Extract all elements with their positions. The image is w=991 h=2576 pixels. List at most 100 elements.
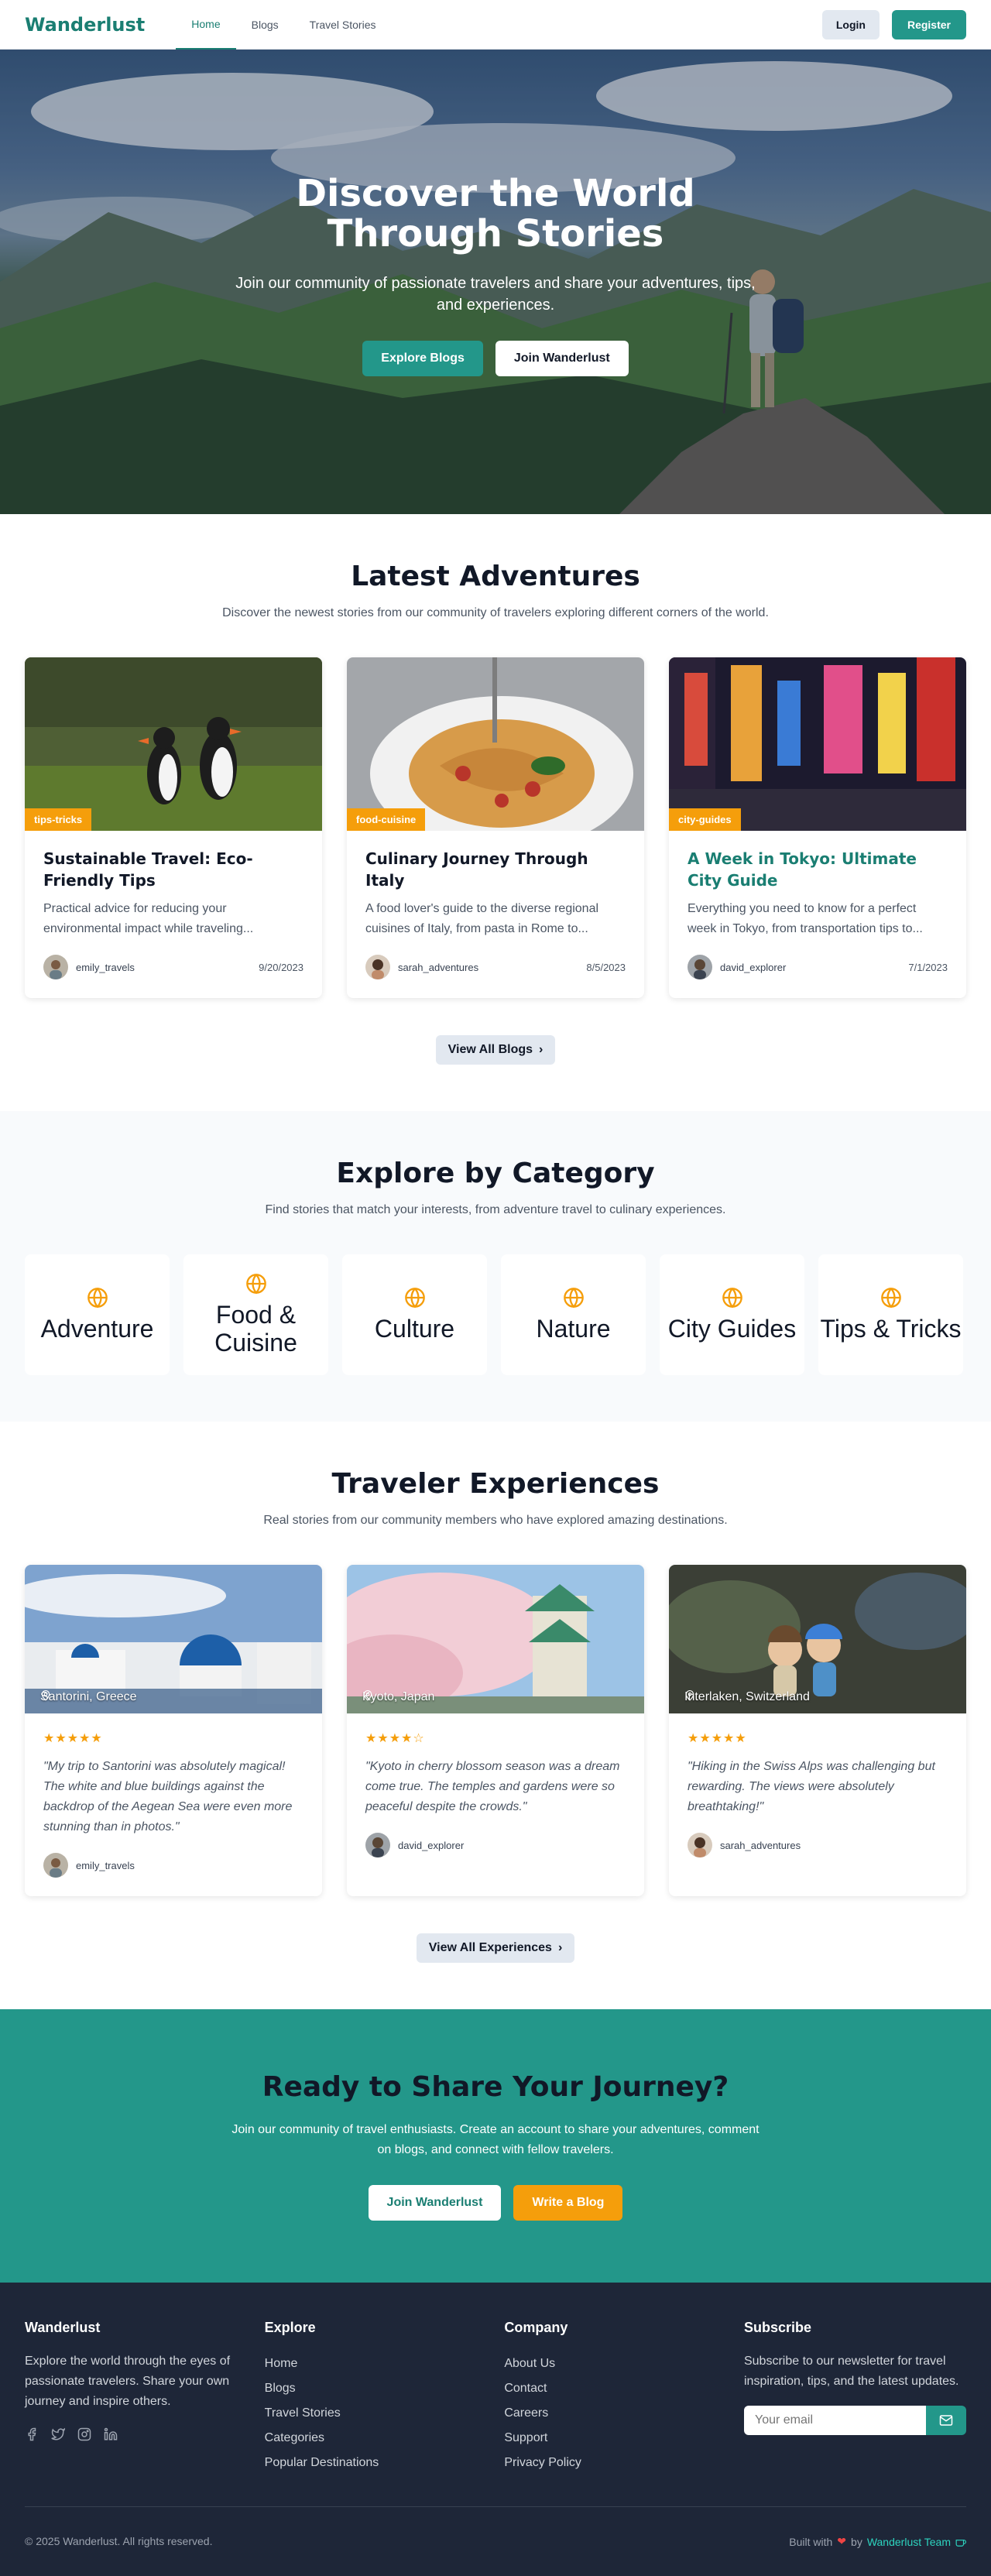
footer-link-about[interactable]: About Us — [504, 2351, 719, 2376]
auth-buttons: Login Register — [821, 9, 966, 39]
category-label: Food & Cuisine — [214, 1301, 297, 1357]
categories-section: Explore by Category Find stories that ma… — [0, 1111, 991, 1422]
section-subtitle: Discover the newest stories from our com… — [222, 606, 769, 619]
section-subtitle: Real stories from our community members … — [263, 1514, 728, 1527]
blog-card-title[interactable]: A Week in Tokyo: Ultimate City Guide — [688, 848, 948, 891]
footer-bottom: © 2025 Wanderlust. All rights reserved. … — [25, 2506, 966, 2548]
blog-card[interactable]: city-guides A Week in Tokyo: Ultimate Ci… — [669, 657, 966, 998]
category-card-food-cuisine[interactable]: Food & Cuisine — [183, 1254, 328, 1375]
blog-card-title[interactable]: Sustainable Travel: Eco-Friendly Tips — [43, 848, 303, 891]
footer-link-travel-stories[interactable]: Travel Stories — [265, 2401, 480, 2426]
section-subtitle: Find stories that match your interests, … — [265, 1203, 726, 1216]
globe-icon — [563, 1288, 584, 1309]
category-tag[interactable]: city-guides — [669, 808, 741, 831]
chevron-right-icon: › — [539, 1043, 544, 1056]
blog-card-meta: sarah_adventures 8/5/2023 — [365, 955, 626, 979]
footer-link-categories[interactable]: Categories — [265, 2426, 480, 2451]
blog-card[interactable]: food-cuisine Culinary Journey Through It… — [347, 657, 644, 998]
nav-link-travel-stories[interactable]: Travel Stories — [294, 0, 392, 50]
experience-image: Santorini, Greece — [25, 1565, 322, 1713]
globe-icon — [87, 1288, 108, 1309]
author-name[interactable]: sarah_adventures — [720, 1840, 801, 1851]
brand-logo[interactable]: Wanderlust — [25, 14, 145, 36]
globe-icon — [404, 1288, 425, 1309]
team-link[interactable]: Wanderlust Team — [867, 2536, 951, 2548]
register-button[interactable]: Register — [891, 9, 966, 39]
footer-company-title: Company — [504, 2320, 568, 2335]
category-grid: Adventure Food & Cuisine Culture Nature … — [25, 1254, 966, 1375]
location-label: Interlaken, Switzerland — [684, 1690, 810, 1703]
category-card-adventure[interactable]: Adventure — [25, 1254, 170, 1375]
join-wanderlust-button[interactable]: Join Wanderlust — [495, 341, 629, 376]
avatar — [365, 955, 390, 979]
view-all-blogs-label: View All Blogs — [447, 1043, 533, 1056]
experience-image: Kyoto, Japan — [347, 1565, 644, 1713]
category-card-tips-tricks[interactable]: Tips & Tricks — [818, 1254, 963, 1375]
experience-card[interactable]: Santorini, Greece ★★★★★ "My trip to Sant… — [25, 1565, 322, 1896]
explore-blogs-button[interactable]: Explore Blogs — [362, 341, 483, 376]
cta-section: Ready to Share Your Journey? Join our co… — [0, 2009, 991, 2283]
facebook-icon[interactable] — [25, 2427, 39, 2441]
category-label: Nature — [536, 1315, 611, 1343]
author-name[interactable]: david_explorer — [398, 1840, 464, 1851]
footer-link-privacy[interactable]: Privacy Policy — [504, 2451, 719, 2475]
category-card-city-guides[interactable]: City Guides — [660, 1254, 804, 1375]
globe-icon — [880, 1288, 901, 1309]
footer-explore: Explore Home Blogs Travel Stories Catego… — [265, 2320, 480, 2475]
category-card-culture[interactable]: Culture — [342, 1254, 487, 1375]
footer-link-home[interactable]: Home — [265, 2351, 480, 2376]
section-title: Latest Adventures — [351, 561, 640, 592]
email-input[interactable] — [743, 2406, 926, 2435]
nav-link-home[interactable]: Home — [176, 0, 236, 50]
footer-link-support[interactable]: Support — [504, 2426, 719, 2451]
footer-explore-title: Explore — [264, 2320, 316, 2335]
author-name[interactable]: sarah_adventures — [398, 962, 478, 973]
view-all-experiences-label: View All Experiences — [428, 1941, 552, 1954]
category-label: Adventure — [40, 1315, 154, 1343]
star-rating: ★★★★★ — [43, 1732, 103, 1745]
main-nav: Home Blogs Travel Stories — [176, 0, 391, 50]
cta-actions: Join Wanderlust Write a Blog — [0, 2185, 991, 2221]
category-card-nature[interactable]: Nature — [501, 1254, 646, 1375]
view-all-blogs-button[interactable]: View All Blogs › — [435, 1035, 556, 1065]
avatar — [365, 1833, 390, 1857]
map-pin-icon — [41, 1690, 50, 1701]
category-tag[interactable]: food-cuisine — [347, 808, 426, 831]
footer-link-contact[interactable]: Contact — [504, 2376, 719, 2401]
footer-link-blogs[interactable]: Blogs — [265, 2376, 480, 2401]
avatar — [688, 955, 712, 979]
author-name[interactable]: david_explorer — [720, 962, 786, 973]
avatar — [43, 955, 68, 979]
cta-join-button[interactable]: Join Wanderlust — [368, 2185, 502, 2221]
globe-icon — [245, 1274, 266, 1295]
globe-icon — [722, 1288, 742, 1309]
blog-card-title[interactable]: Culinary Journey Through Italy — [365, 848, 626, 891]
instagram-icon[interactable] — [77, 2427, 91, 2441]
login-button[interactable]: Login — [821, 9, 880, 39]
avatar — [43, 1853, 68, 1878]
footer-subscribe: Subscribe Subscribe to our newsletter fo… — [743, 2320, 966, 2475]
author-name[interactable]: emily_travels — [76, 1860, 135, 1871]
footer-about-text: Explore the world through the eyes of pa… — [25, 2355, 231, 2408]
footer-brand[interactable]: Wanderlust — [25, 2320, 240, 2336]
twitter-icon[interactable] — [51, 2427, 65, 2441]
view-all-experiences-button[interactable]: View All Experiences › — [416, 1933, 575, 1963]
cta-text: Join our community of travel enthusiasts… — [231, 2123, 760, 2156]
experience-card[interactable]: Kyoto, Japan ★★★★☆ "Kyoto in cherry blos… — [347, 1565, 644, 1896]
section-title: Explore by Category — [336, 1158, 655, 1189]
footer-link-popular-destinations[interactable]: Popular Destinations — [265, 2451, 480, 2475]
author-name[interactable]: emily_travels — [76, 962, 135, 973]
heart-icon: ❤ — [837, 2535, 847, 2547]
nav-link-blogs[interactable]: Blogs — [236, 0, 294, 50]
subscribe-button[interactable] — [925, 2406, 966, 2435]
category-tag[interactable]: tips-tricks — [25, 808, 92, 831]
blog-card-image: tips-tricks — [25, 657, 322, 831]
blog-card[interactable]: tips-tricks Sustainable Travel: Eco-Frie… — [25, 657, 322, 998]
experience-grid: Santorini, Greece ★★★★★ "My trip to Sant… — [25, 1565, 966, 1896]
linkedin-icon[interactable] — [104, 2427, 118, 2441]
write-blog-button[interactable]: Write a Blog — [513, 2185, 623, 2221]
experience-card[interactable]: Interlaken, Switzerland ★★★★★ "Hiking in… — [669, 1565, 966, 1896]
blog-card-image: food-cuisine — [347, 657, 644, 831]
footer-link-careers[interactable]: Careers — [504, 2401, 719, 2426]
category-label: Tips & Tricks — [820, 1315, 962, 1343]
